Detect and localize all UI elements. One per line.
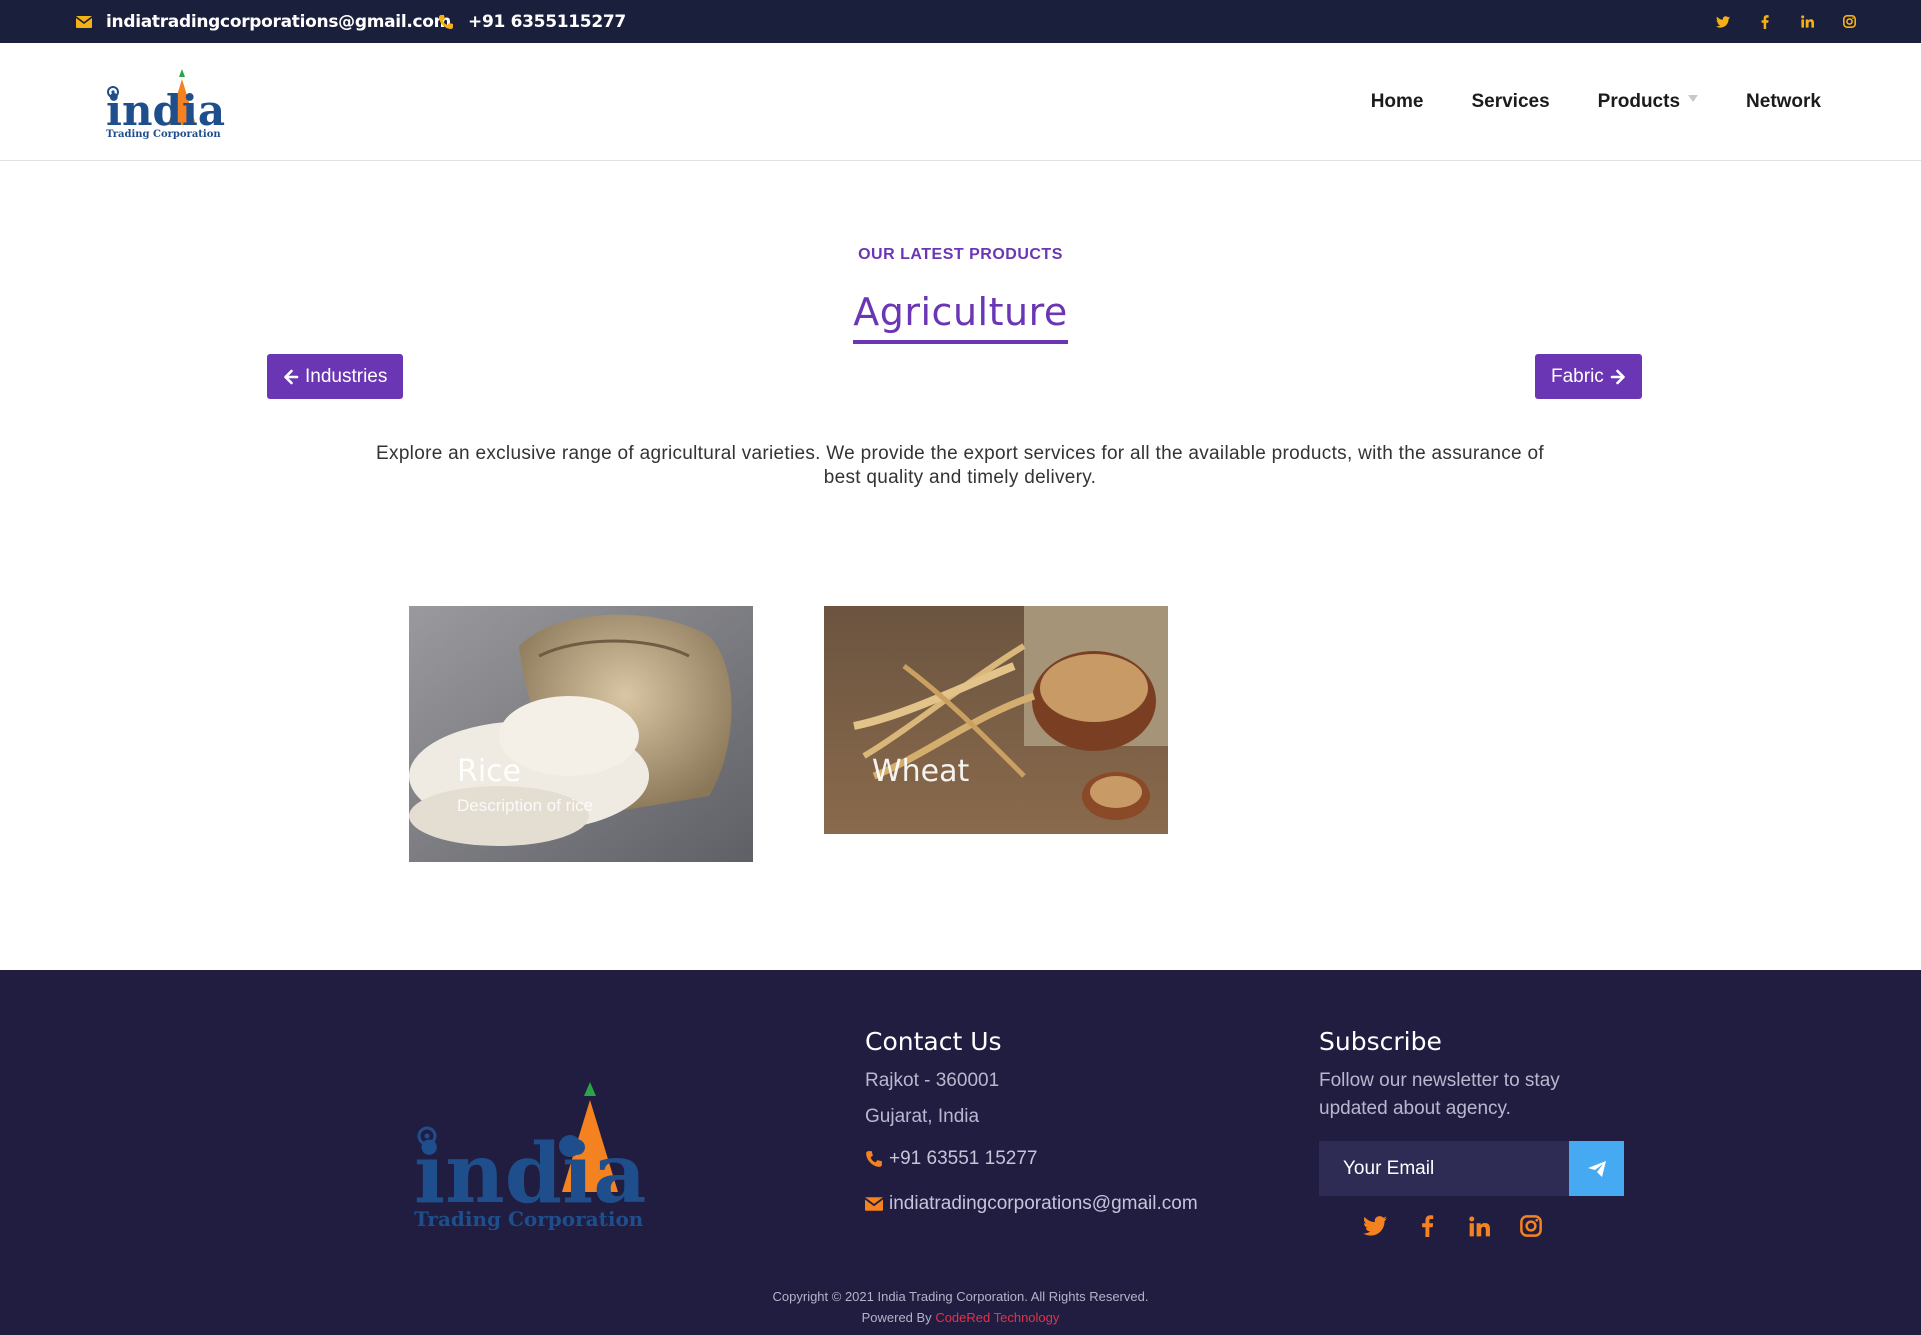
next-category-label: Fabric <box>1551 365 1604 387</box>
prev-category-label: Industries <box>305 365 388 387</box>
footer-email-text: indiatradingcorporations@gmail.com <box>889 1193 1198 1214</box>
topbar-phone[interactable]: +91 6355115277 <box>438 0 626 43</box>
topbar-phone-text: +91 6355115277 <box>468 11 626 32</box>
instagram-icon[interactable] <box>1518 1213 1544 1239</box>
product-card-rice[interactable]: Rice Description of rice <box>409 606 753 862</box>
nav-products[interactable]: Products <box>1597 91 1699 113</box>
nav-network[interactable]: Network <box>1746 91 1821 113</box>
section-eyebrow: OUR LATEST PRODUCTS <box>858 246 1063 263</box>
facebook-icon[interactable] <box>1414 1213 1440 1239</box>
site-header: india Trading Corporation Home Services … <box>0 43 1921 161</box>
footer-email[interactable]: indiatradingcorporations@gmail.com <box>865 1193 1198 1215</box>
main-nav: Home Services Products Network <box>1323 43 1821 161</box>
topbar-email[interactable]: indiatradingcorporations@gmail.com <box>76 0 451 43</box>
address-line-1: Rajkot - 360001 <box>865 1070 1000 1091</box>
address-line-2: Gujarat, India <box>865 1106 980 1127</box>
powered-by-label: Powered By <box>861 1310 932 1325</box>
nav-products-label: Products <box>1597 91 1681 112</box>
product-card-wheat[interactable]: Wheat <box>824 606 1168 834</box>
copyright: Copyright © 2021 India Trading Corporati… <box>0 1286 1921 1328</box>
subscribe-email-input[interactable]: Your Email <box>1319 1141 1569 1196</box>
envelope-icon <box>76 15 92 28</box>
footer-phone[interactable]: +91 63551 15277 <box>865 1148 1037 1170</box>
product-description: Description of rice <box>457 796 594 815</box>
logo-wordmark: india <box>106 86 225 135</box>
next-category-button[interactable]: Fabric <box>1535 354 1642 399</box>
page-title-wrap: Agriculture <box>0 290 1921 344</box>
wheat-image <box>824 606 1168 834</box>
contact-heading: Contact Us <box>865 1027 1002 1056</box>
phone-icon <box>438 14 454 30</box>
product-title: Wheat <box>872 754 970 789</box>
footer-logo[interactable]: india Trading Corporation <box>412 1080 652 1231</box>
footer-social-links <box>1362 1213 1544 1239</box>
prev-category-button[interactable]: Industries <box>267 354 404 399</box>
logo-tagline: Trading Corporation <box>106 129 221 140</box>
envelope-icon <box>865 1197 883 1211</box>
nav-home[interactable]: Home <box>1371 91 1424 113</box>
arrow-left-icon <box>284 369 299 384</box>
facebook-icon[interactable] <box>1757 14 1773 30</box>
topbar-social-links <box>1715 0 1857 43</box>
subscribe-send-button[interactable] <box>1569 1141 1624 1196</box>
subscribe-text: Follow our newsletter to stay updated ab… <box>1319 1070 1560 1119</box>
subscribe-form: Your Email <box>1319 1141 1624 1196</box>
product-title: Rice <box>457 754 522 789</box>
powered-by: Powered By CodeRed Technology <box>0 1307 1921 1328</box>
copyright-text: Copyright © 2021 India Trading Corporati… <box>772 1289 1149 1304</box>
phone-icon <box>866 1151 882 1167</box>
category-description: Explore an exclusive range of agricultur… <box>376 443 1544 488</box>
linkedin-icon[interactable] <box>1466 1213 1492 1239</box>
arrow-right-icon <box>1610 369 1625 384</box>
site-logo[interactable]: india Trading Corporation <box>104 65 226 141</box>
nav-services[interactable]: Services <box>1471 91 1549 113</box>
page-title: Agriculture <box>853 290 1068 344</box>
twitter-icon[interactable] <box>1715 14 1731 30</box>
footer-phone-text: +91 63551 15277 <box>889 1148 1038 1169</box>
subscribe-heading: Subscribe <box>1319 1027 1442 1056</box>
linkedin-icon[interactable] <box>1799 14 1815 30</box>
chevron-down-icon <box>1688 94 1699 102</box>
rice-image <box>409 606 753 862</box>
paper-plane-icon <box>1587 1160 1606 1177</box>
instagram-icon[interactable] <box>1841 14 1857 30</box>
site-footer: india Trading Corporation Contact Us Raj… <box>0 970 1921 1335</box>
top-bar: indiatradingcorporations@gmail.com +91 6… <box>0 0 1921 43</box>
powered-by-link[interactable]: CodeRed Technology <box>935 1310 1059 1325</box>
footer-logo-tagline: Trading Corporation <box>414 1207 644 1230</box>
twitter-icon[interactable] <box>1362 1213 1388 1239</box>
topbar-email-text: indiatradingcorporations@gmail.com <box>106 11 452 32</box>
